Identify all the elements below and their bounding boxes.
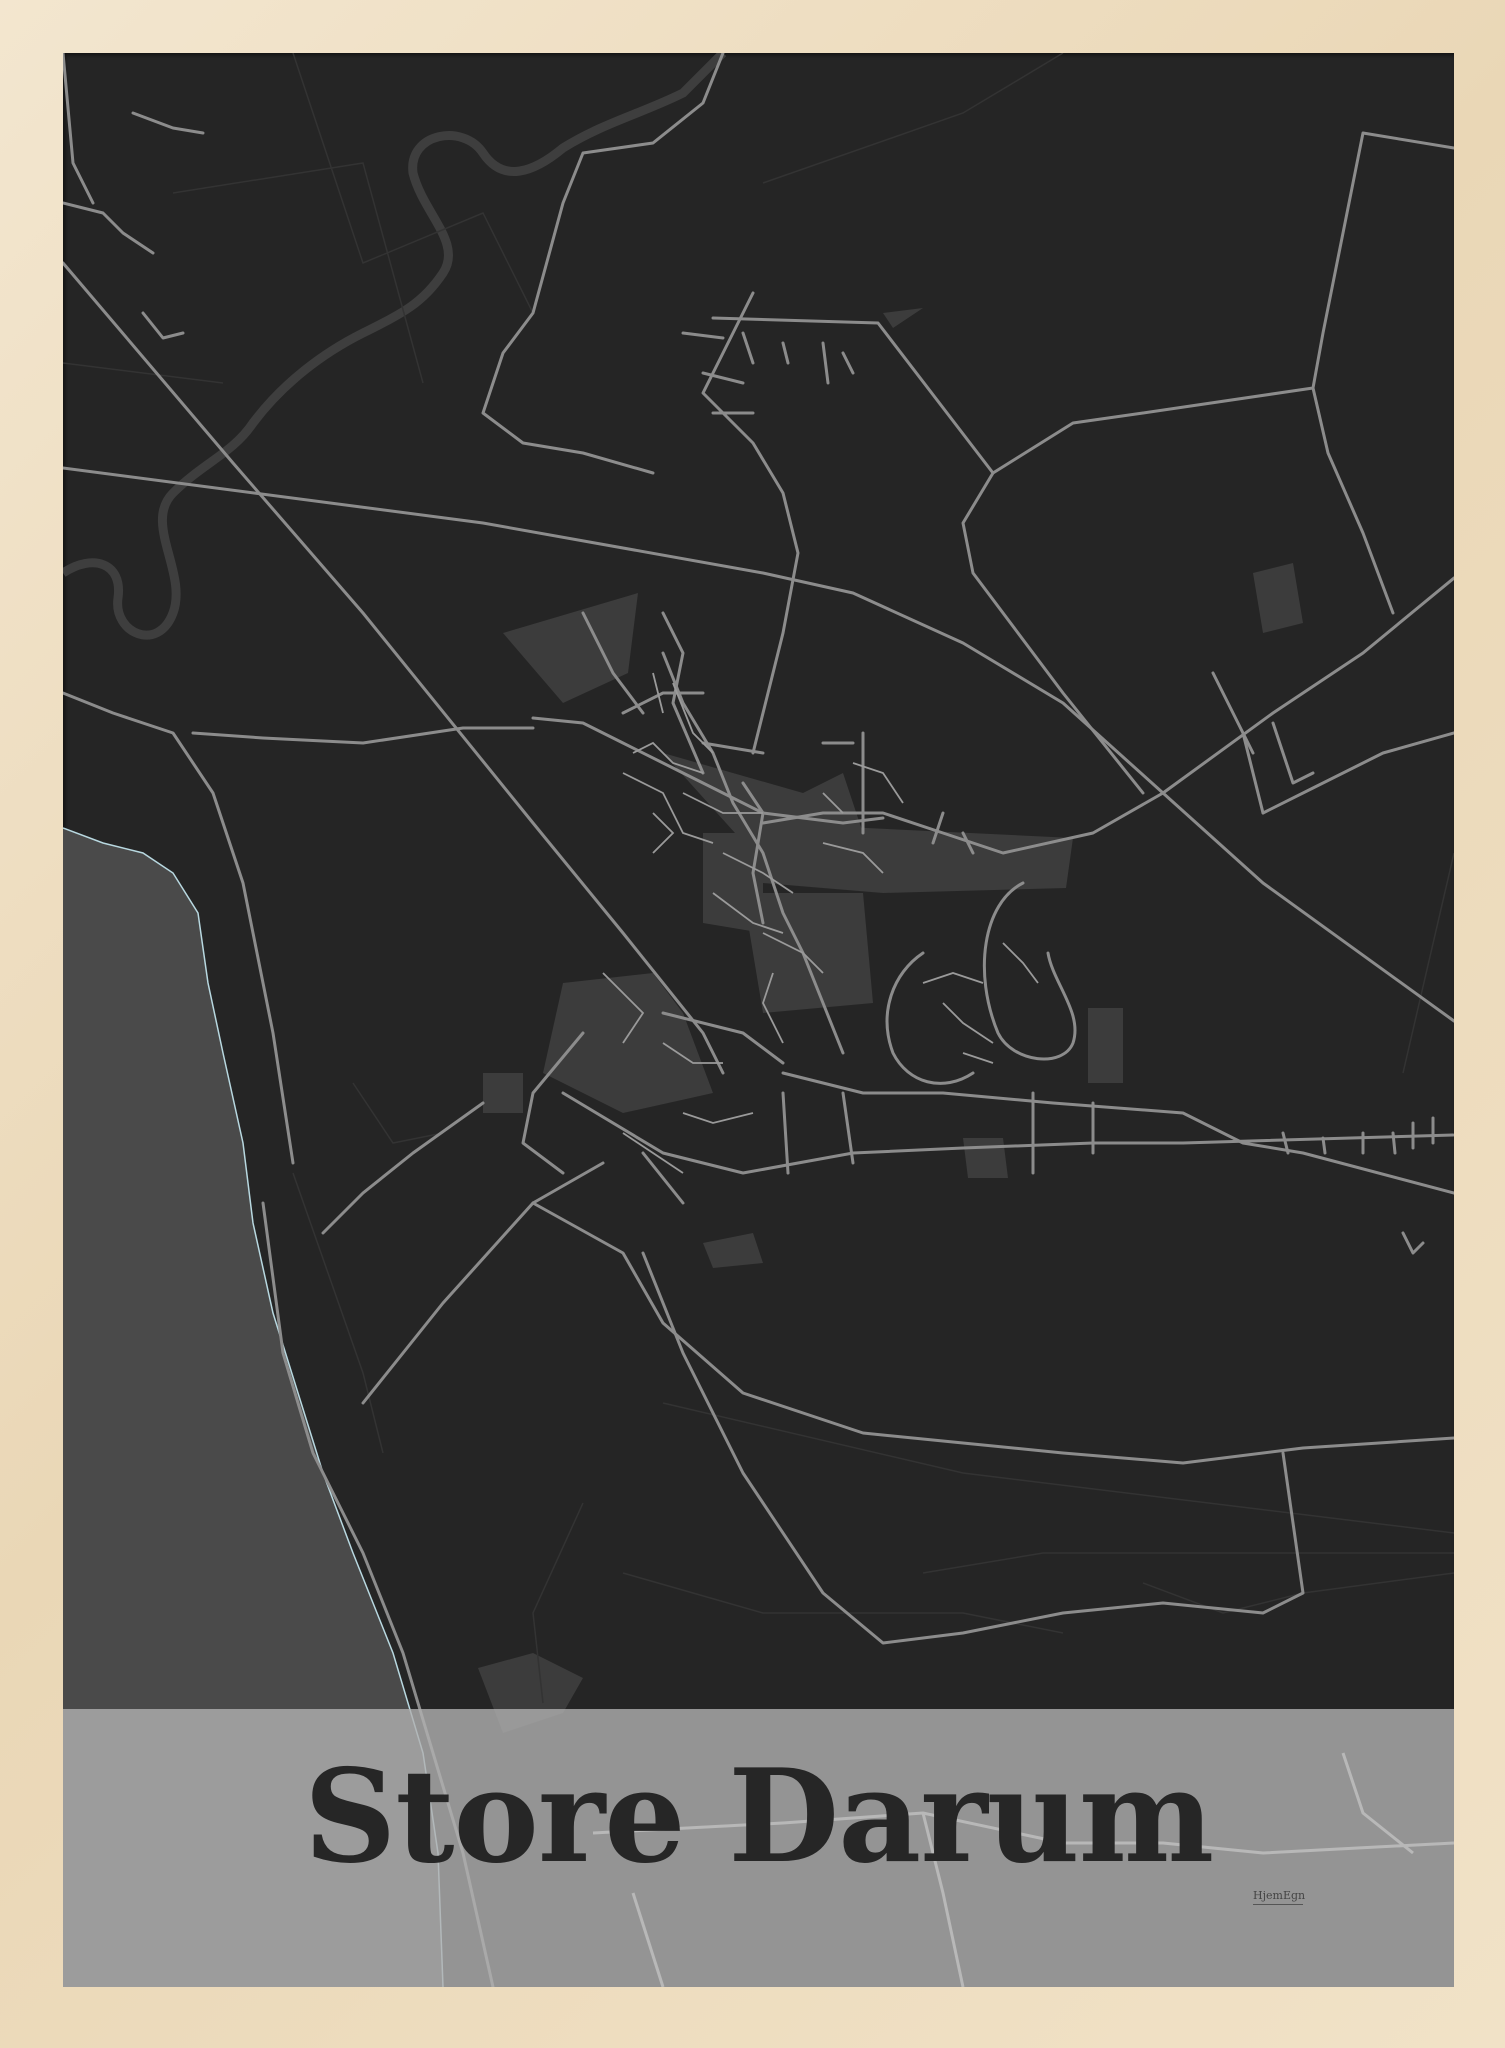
brand-logo: HjemEgn	[1253, 1889, 1306, 1902]
brand-underline	[1253, 1904, 1303, 1905]
street-map	[63, 53, 1454, 1987]
map-poster: Store Darum HjemEgn	[63, 53, 1454, 1987]
poster-title: Store Darum	[303, 1742, 1214, 1892]
built-areas	[478, 308, 1303, 1733]
